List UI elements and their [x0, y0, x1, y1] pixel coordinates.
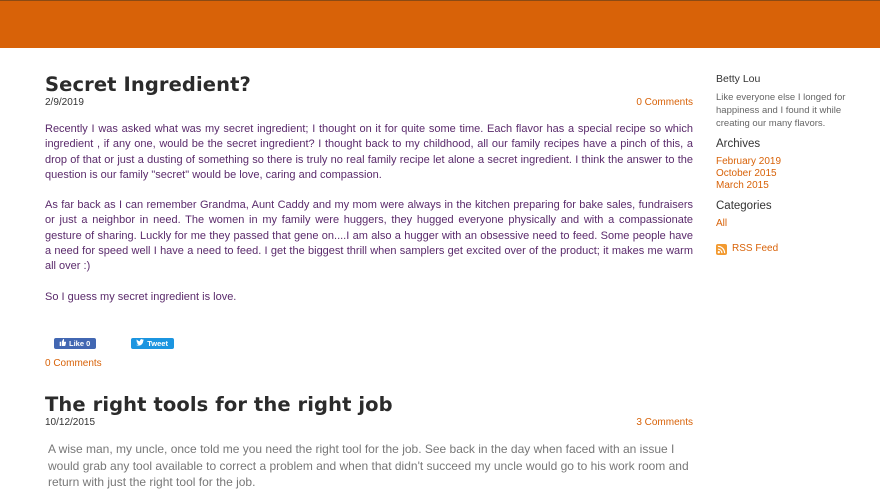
like-label: Like 0: [69, 339, 91, 348]
category-link-all[interactable]: All: [716, 218, 856, 230]
post-paragraph: As far back as I can remember Grandma, A…: [45, 199, 693, 273]
post-right-tools: The right tools for the right job 10/12/…: [45, 392, 693, 491]
post-title[interactable]: The right tools for the right job: [45, 392, 693, 418]
comments-link-bottom[interactable]: 0 Comments: [45, 358, 102, 369]
rss-feed-link[interactable]: RSS Feed: [732, 243, 778, 255]
post-meta: 10/12/2015 3 Comments: [45, 416, 693, 430]
social-share-buttons: Like 0 Tweet: [54, 338, 174, 349]
archive-link-mar-2015[interactable]: March 2015: [716, 180, 856, 192]
archive-link-oct-2015[interactable]: October 2015: [716, 168, 856, 180]
comments-count-link[interactable]: 0 Comments: [636, 96, 693, 110]
post-paragraph: A wise man, my uncle, once told me you n…: [48, 442, 689, 489]
twitter-bird-icon: [136, 338, 145, 349]
comments-count-link[interactable]: 3 Comments: [636, 416, 693, 430]
rss-feed[interactable]: RSS Feed: [716, 243, 856, 255]
author-about: Like everyone else I longed for happines…: [716, 92, 846, 129]
post-date: 2/9/2019: [45, 97, 84, 108]
thumbs-up-icon: [59, 338, 67, 349]
post-date: 10/12/2015: [45, 417, 96, 428]
post-meta: 2/9/2019 0 Comments: [45, 96, 693, 110]
rss-icon: [716, 243, 727, 255]
sidebar: Betty Lou Like everyone else I longed fo…: [716, 72, 856, 255]
header-bar: [0, 0, 880, 48]
archives-heading: Archives: [716, 138, 761, 150]
tweet-button[interactable]: Tweet: [131, 338, 174, 349]
categories-heading: Categories: [716, 200, 772, 212]
facebook-like-button[interactable]: Like 0: [54, 338, 97, 349]
archive-link-feb-2019[interactable]: February 2019: [716, 156, 856, 168]
tweet-label: Tweet: [147, 339, 168, 348]
post-secret-ingredient: Secret Ingredient? 2/9/2019 0 Comments R…: [45, 72, 693, 369]
post-title[interactable]: Secret Ingredient?: [45, 72, 693, 98]
post-paragraph: Recently I was asked what was my secret …: [45, 123, 693, 181]
post-paragraph: So I guess my secret ingredient is love.: [45, 290, 237, 303]
author-name: Betty Lou: [716, 73, 761, 85]
